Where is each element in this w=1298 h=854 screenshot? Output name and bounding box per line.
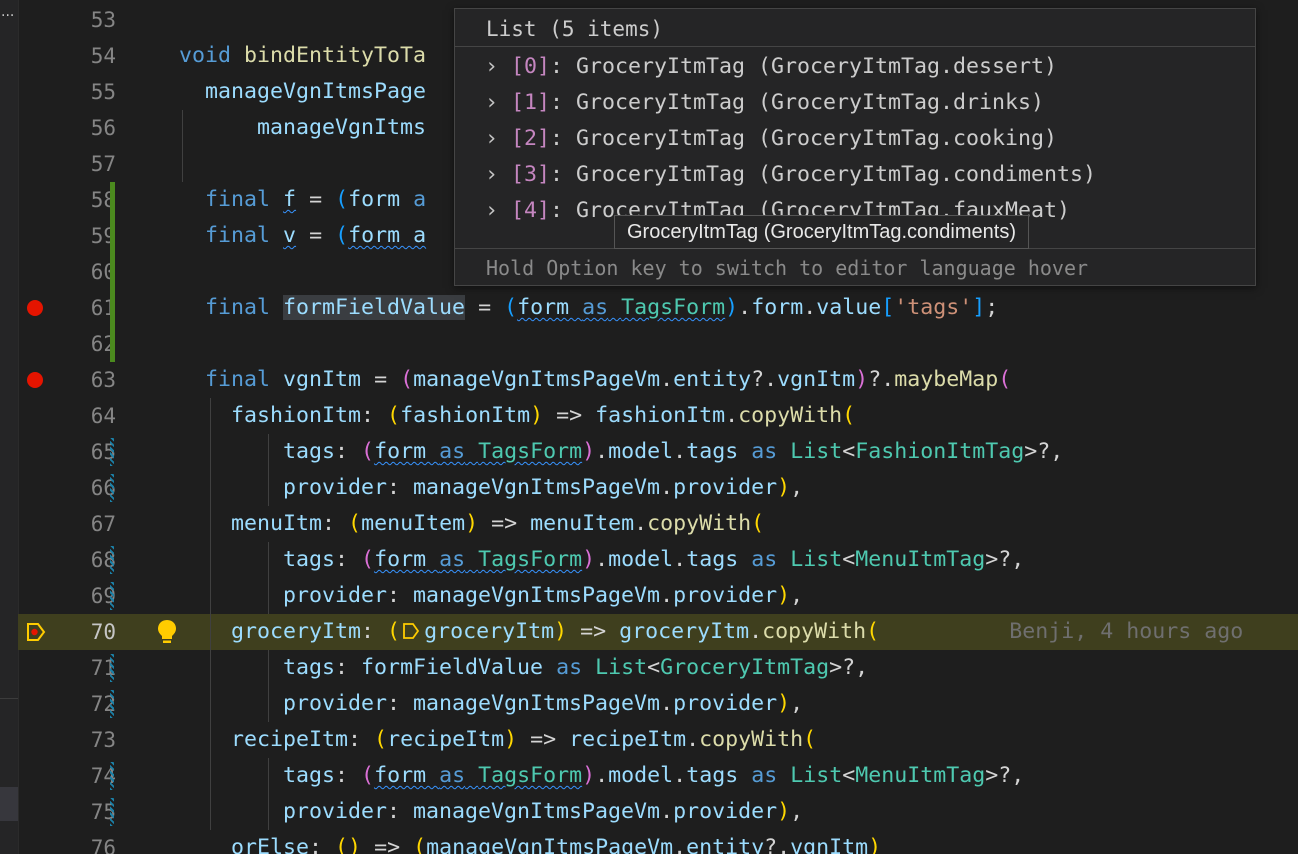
- line-number: 68: [90, 548, 116, 572]
- code-text[interactable]: manageVgnItmsPage: [179, 80, 426, 104]
- line-number: 75: [90, 800, 116, 824]
- code-text[interactable]: tags: (form as TagsForm).model.tags as L…: [179, 440, 1063, 464]
- code-text[interactable]: final v = (form a: [179, 224, 426, 248]
- hover-footer-hint: Hold Option key to switch to editor lang…: [486, 256, 1089, 280]
- hover-divider: [455, 46, 1255, 47]
- overflow-icon[interactable]: ...: [1, 4, 14, 20]
- git-added-marker[interactable]: [110, 254, 115, 290]
- chevron-right-icon[interactable]: ›: [485, 125, 511, 153]
- activity-strip: ...: [0, 0, 19, 854]
- code-text[interactable]: provider: manageVgnItmsPageVm.provider),: [179, 476, 803, 500]
- code-line[interactable]: 76 orElse: () => (manageVgnItmsPageVm.en…: [18, 830, 1298, 854]
- git-modified-marker[interactable]: [110, 762, 114, 790]
- hover-list-item[interactable]: › [1]: GroceryItmTag (GroceryItmTag.drink…: [485, 89, 1044, 117]
- indent-guide: [182, 110, 183, 182]
- hover-list-item[interactable]: › [0]: GroceryItmTag (GroceryItmTag.desse…: [485, 53, 1057, 81]
- panel-divider: [0, 698, 18, 699]
- git-added-marker[interactable]: [110, 326, 115, 362]
- line-number: 62: [90, 332, 116, 356]
- line-number: 74: [90, 764, 116, 788]
- code-text[interactable]: provider: manageVgnItmsPageVm.provider),: [179, 692, 803, 716]
- code-text[interactable]: provider: manageVgnItmsPageVm.provider),: [179, 800, 803, 824]
- line-number: 54: [90, 44, 116, 68]
- hover-list-item[interactable]: › [3]: GroceryItmTag (GroceryItmTag.condi…: [485, 161, 1096, 189]
- line-number: 66: [90, 476, 116, 500]
- code-text[interactable]: fashionItm: (fashionItm) => fashionItm.c…: [179, 404, 855, 428]
- git-modified-marker[interactable]: [110, 690, 114, 718]
- line-number: 67: [90, 512, 116, 536]
- code-text[interactable]: tags: (form as TagsForm).model.tags as L…: [179, 548, 1024, 572]
- selected-view-indicator[interactable]: [0, 787, 18, 821]
- line-number: 63: [90, 368, 116, 392]
- git-added-marker[interactable]: [110, 218, 115, 254]
- git-modified-marker[interactable]: [110, 438, 114, 466]
- git-modified-marker[interactable]: [110, 798, 114, 826]
- code-line[interactable]: 63 final vgnItm = (manageVgnItmsPageVm.e…: [18, 362, 1298, 398]
- code-text[interactable]: final f = (form a: [179, 188, 426, 212]
- lightbulb-icon[interactable]: [156, 618, 178, 646]
- code-text[interactable]: orElse: () => (manageVgnItmsPageVm.entit…: [179, 836, 881, 854]
- line-number: 53: [90, 8, 116, 32]
- hover-list-item[interactable]: › [2]: GroceryItmTag (GroceryItmTag.cooki…: [485, 125, 1057, 153]
- code-text[interactable]: menuItm: (menuItem) => menuItem.copyWith…: [179, 512, 764, 536]
- code-text[interactable]: groceryItm: (groceryItm) => groceryItm.c…: [179, 620, 1243, 644]
- git-added-marker[interactable]: [110, 290, 115, 326]
- indent-guide: [268, 650, 269, 722]
- indent-guide: [268, 542, 269, 614]
- code-text[interactable]: provider: manageVgnItmsPageVm.provider),: [179, 584, 803, 608]
- line-number: 69: [90, 584, 116, 608]
- code-line[interactable]: 62: [18, 326, 1298, 362]
- code-text[interactable]: tags: formFieldValue as List<GroceryItmT…: [179, 656, 868, 680]
- code-line[interactable]: 61 final formFieldValue = (form as TagsF…: [18, 290, 1298, 326]
- git-modified-marker[interactable]: [110, 546, 114, 574]
- code-editor[interactable]: ... 53 54 void bindEntityToTa 55 manageV…: [0, 0, 1298, 854]
- line-number: 72: [90, 692, 116, 716]
- code-text[interactable]: tags: (form as TagsForm).model.tags as L…: [179, 764, 1024, 788]
- code-text[interactable]: recipeItm: (recipeItm) => recipeItm.copy…: [179, 728, 816, 752]
- chevron-right-icon[interactable]: ›: [485, 53, 511, 81]
- line-number: 71: [90, 656, 116, 680]
- chevron-right-icon[interactable]: ›: [485, 197, 511, 225]
- hover-tooltip: GroceryItmTag (GroceryItmTag.condiments): [614, 215, 1029, 249]
- line-number: 64: [90, 404, 116, 428]
- git-modified-marker[interactable]: [110, 654, 114, 682]
- indent-guide: [210, 398, 211, 830]
- line-number: 76: [90, 836, 116, 854]
- line-number: 59: [90, 224, 116, 248]
- line-number: 61: [90, 296, 116, 320]
- git-modified-marker[interactable]: [110, 474, 114, 502]
- code-text[interactable]: void bindEntityToTa: [179, 44, 426, 68]
- line-number: 56: [90, 116, 116, 140]
- chevron-right-icon[interactable]: ›: [485, 89, 511, 117]
- code-text[interactable]: final vgnItm = (manageVgnItmsPageVm.enti…: [179, 368, 1011, 392]
- function-name[interactable]: bindEntityToTa: [244, 43, 426, 68]
- line-number: 60: [90, 260, 116, 284]
- line-number: 70: [90, 620, 116, 644]
- line-number: 57: [90, 152, 116, 176]
- line-number: 58: [90, 188, 116, 212]
- line-number: 73: [90, 728, 116, 752]
- line-number: 65: [90, 440, 116, 464]
- git-modified-marker[interactable]: [110, 582, 114, 610]
- chevron-right-icon[interactable]: ›: [485, 161, 511, 189]
- indent-guide: [268, 434, 269, 506]
- keyword-void: void: [179, 43, 232, 68]
- git-added-marker[interactable]: [110, 182, 115, 218]
- code-text[interactable]: manageVgnItms: [179, 116, 426, 140]
- inline-breakpoint-icon[interactable]: [402, 622, 420, 640]
- code-text[interactable]: final formFieldValue = (form as TagsForm…: [179, 295, 998, 320]
- hover-header: List (5 items): [486, 17, 664, 41]
- git-blame-annotation: Benji, 4 hours ago: [1009, 619, 1244, 644]
- line-number: 55: [90, 80, 116, 104]
- indent-guide: [268, 758, 269, 830]
